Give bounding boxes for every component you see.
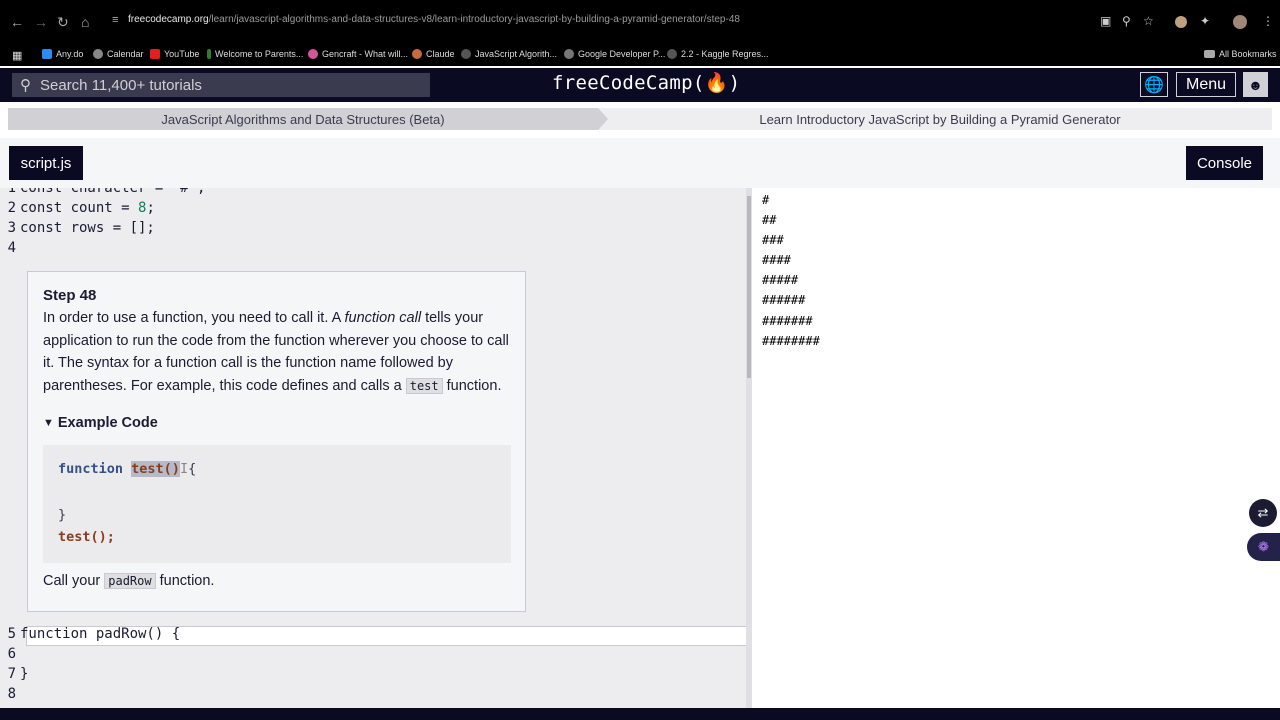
step-description: Step 48 In order to use a function, you … <box>27 271 526 612</box>
all-bookmarks[interactable]: All Bookmarks <box>1204 49 1277 59</box>
preview-line: ####### <box>762 314 813 328</box>
example-line: test(); <box>58 529 115 545</box>
back-icon[interactable]: ← <box>10 14 24 30</box>
brain-icon: ❁ <box>1258 539 1269 554</box>
search-placeholder: Search 11,400+ tutorials <box>40 76 202 94</box>
preview-line: ## <box>762 213 777 227</box>
forward-icon[interactable]: → <box>34 14 48 30</box>
user-avatar[interactable]: ☻ <box>1243 72 1268 97</box>
triangle-down-icon: ▼ <box>43 417 54 429</box>
menu-button[interactable]: Menu <box>1176 72 1236 97</box>
example-line: } <box>58 507 67 523</box>
code-line: 8 <box>7 686 16 702</box>
bookmark-javascript[interactable]: JavaScript Algorith... <box>461 49 557 59</box>
preview-line: ######## <box>762 334 820 348</box>
task-instruction: Call your padRow function. <box>43 573 215 589</box>
install-icon[interactable]: ▣ <box>1100 14 1111 28</box>
google-icon <box>564 49 574 59</box>
code-line: 6 <box>7 646 16 662</box>
kaggle-icon <box>667 49 677 59</box>
code-line: 2 const count = 8; <box>7 200 155 216</box>
home-icon[interactable]: ⌂ <box>81 14 89 30</box>
bookmark-google-dev[interactable]: Google Developer P... <box>564 49 665 59</box>
zoom-icon[interactable]: ⚲ <box>1122 14 1131 28</box>
search-input[interactable]: ⚲ Search 11,400+ tutorials <box>12 73 430 97</box>
extensions-puzzle-icon[interactable]: ✦ <box>1200 14 1210 28</box>
site-header: ⚲ Search 11,400+ tutorials freeCodeCamp(… <box>0 68 1280 102</box>
calendar-icon <box>93 49 103 59</box>
ai-extension-button[interactable]: ❁ <box>1247 533 1280 561</box>
bookmark-kaggle[interactable]: 2.2 - Kaggle Regres... <box>667 49 769 59</box>
code-line: 4 <box>7 240 16 256</box>
folder-icon <box>1204 50 1215 58</box>
globe-icon: 🌐 <box>1144 76 1164 94</box>
browser-toolbar: ← → ↻ ⌂ ≡ freecodecamp.org/learn/javascr… <box>0 0 1280 44</box>
text-cursor-icon: I <box>179 461 189 477</box>
bookmark-parents[interactable]: Welcome to Parents... <box>207 49 303 59</box>
bottom-bar <box>0 708 1280 720</box>
code-line: 7} <box>7 666 29 682</box>
translate-icon: ⇄ <box>1257 505 1269 520</box>
code-line: 5 function padRow() { <box>7 626 181 642</box>
address-bar[interactable]: freecodecamp.org/learn/javascript-algori… <box>128 14 740 25</box>
bookmark-anydo[interactable]: Any.do <box>42 49 83 59</box>
editor-scroll-thumb[interactable] <box>747 196 751 378</box>
example-code-block: function test()I{ } test(); <box>43 445 511 563</box>
editor-tabbar: script.js Console <box>0 138 1280 188</box>
step-paragraph: In order to use a function, you need to … <box>43 310 509 394</box>
bookmark-gencraft[interactable]: Gencraft - What will... <box>308 49 408 59</box>
bookmark-calendar[interactable]: Calendar <box>93 49 144 59</box>
apps-grid-icon[interactable]: ▦ <box>12 49 22 62</box>
console-button[interactable]: Console <box>1186 146 1263 180</box>
gencraft-icon <box>308 49 318 59</box>
bookmark-claude[interactable]: Claude <box>412 49 455 59</box>
anydo-icon <box>42 49 52 59</box>
more-menu-icon[interactable]: ⋮ <box>1262 14 1274 28</box>
youtube-icon <box>150 49 160 59</box>
breadcrumb-course[interactable]: JavaScript Algorithms and Data Structure… <box>8 108 608 130</box>
code-line: 3 const rows = []; <box>7 220 155 236</box>
reload-icon[interactable]: ↻ <box>57 14 69 30</box>
extension-icon[interactable] <box>1175 16 1187 28</box>
fcc-bookmark-icon <box>461 49 471 59</box>
translate-extension-button[interactable]: ⇄ <box>1249 499 1277 527</box>
parents-icon <box>207 49 211 59</box>
claude-icon <box>412 49 422 59</box>
url-host: freecodecamp.org <box>128 14 209 25</box>
step-title: Step 48 <box>43 287 97 304</box>
inline-code: test <box>405 377 443 394</box>
site-logo[interactable]: freeCodeCamp(🔥) <box>552 71 740 94</box>
star-icon[interactable]: ☆ <box>1143 14 1154 28</box>
preview-line: ### <box>762 233 784 247</box>
breadcrumb-project[interactable]: Learn Introductory JavaScript by Buildin… <box>608 108 1272 130</box>
preview-line: ###### <box>762 293 806 307</box>
example-line: function test()I{ <box>58 461 197 477</box>
url-path: /learn/javascript-algorithms-and-data-st… <box>208 14 740 25</box>
preview-line: #### <box>762 253 791 267</box>
bookmark-youtube[interactable]: YouTube <box>150 49 199 59</box>
code-line: 1 const character = "#"; <box>7 188 206 196</box>
tab-script-js[interactable]: script.js <box>9 146 83 180</box>
language-button[interactable]: 🌐 <box>1140 72 1168 97</box>
example-code-toggle[interactable]: ▼ Example Code <box>43 415 158 431</box>
user-icon: ☻ <box>1248 76 1263 93</box>
bookmarks-bar: ▦ Any.do Calendar YouTube Welcome to Par… <box>0 44 1280 66</box>
inline-code: padRow <box>104 573 156 589</box>
profile-avatar[interactable] <box>1233 15 1247 29</box>
preview-pane: # ## ### #### ##### ###### ####### #####… <box>754 188 1280 708</box>
site-info-icon[interactable]: ≡ <box>112 12 118 28</box>
preview-line: ##### <box>762 273 799 287</box>
preview-line: # <box>762 193 770 207</box>
breadcrumb: JavaScript Algorithms and Data Structure… <box>8 108 1272 130</box>
search-icon: ⚲ <box>20 77 31 94</box>
